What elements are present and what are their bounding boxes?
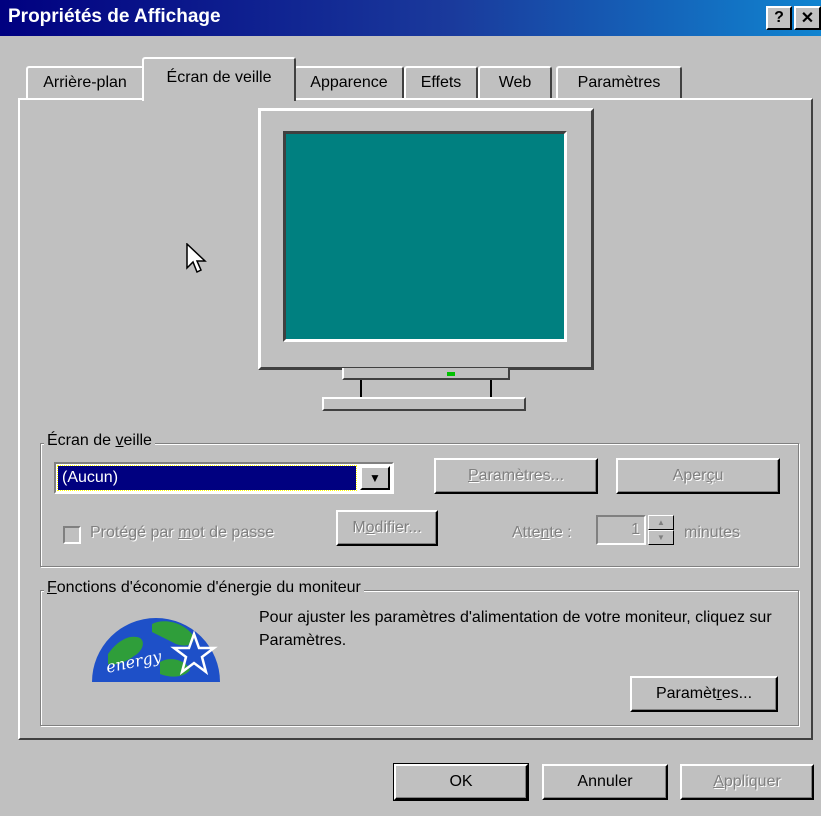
chevron-down-icon[interactable]: ▼ (360, 466, 390, 490)
apply-button[interactable]: Appliquer (680, 764, 814, 800)
monitor-base (322, 397, 526, 411)
screensaver-selected-value[interactable]: (Aucun) (57, 465, 357, 491)
energy-star-logo: energy (92, 618, 220, 682)
monitor-neck (342, 368, 510, 380)
screensaver-preview-button[interactable]: Aper ç u (616, 458, 780, 494)
modify-password-button[interactable]: Mo difier... (336, 510, 438, 546)
energy-settings-button[interactable]: Paramèt r es... (630, 676, 778, 712)
monitor-screen (283, 131, 567, 342)
screensaver-settings-button[interactable]: Paramètres... (434, 458, 598, 494)
ok-button[interactable]: OK (393, 763, 529, 801)
tab-arriere-plan[interactable]: Arrière-plan (26, 66, 144, 100)
password-label: Protégé par mot de passe (90, 524, 275, 541)
monitor-stand (360, 380, 492, 398)
close-button[interactable]: ✕ (794, 6, 821, 30)
cancel-button[interactable]: Annuler (542, 764, 668, 800)
tab-ecran-de-veille[interactable]: Écran de veille (142, 57, 296, 101)
wait-minutes-input[interactable]: 1 (596, 515, 646, 545)
monitor-power-led (447, 372, 455, 376)
tab-parametres[interactable]: Paramètres (556, 66, 682, 100)
minutes-label: minutes (684, 524, 741, 541)
mouse-pointer-icon (186, 243, 207, 274)
spin-down-icon[interactable]: ▼ (648, 530, 674, 545)
help-button[interactable]: ? (766, 6, 792, 30)
password-checkbox[interactable] (63, 526, 81, 544)
tab-effets[interactable]: Effets (404, 66, 478, 100)
tab-apparence[interactable]: Apparence (294, 66, 404, 100)
screensaver-group-label: Écran de veille (44, 432, 155, 450)
spin-up-icon[interactable]: ▲ (648, 515, 674, 530)
energy-description: Pour ajuster les paramètres d'alimentati… (259, 609, 772, 649)
tab-web[interactable]: Web (478, 66, 552, 100)
window-title: Propriétés de Affichage (8, 6, 221, 27)
energy-group-label: Fonctions d'économie d'énergie du monite… (44, 579, 364, 597)
wait-minutes-spinner[interactable]: ▲ ▼ (648, 515, 674, 545)
wait-label: Attente : (512, 524, 572, 541)
